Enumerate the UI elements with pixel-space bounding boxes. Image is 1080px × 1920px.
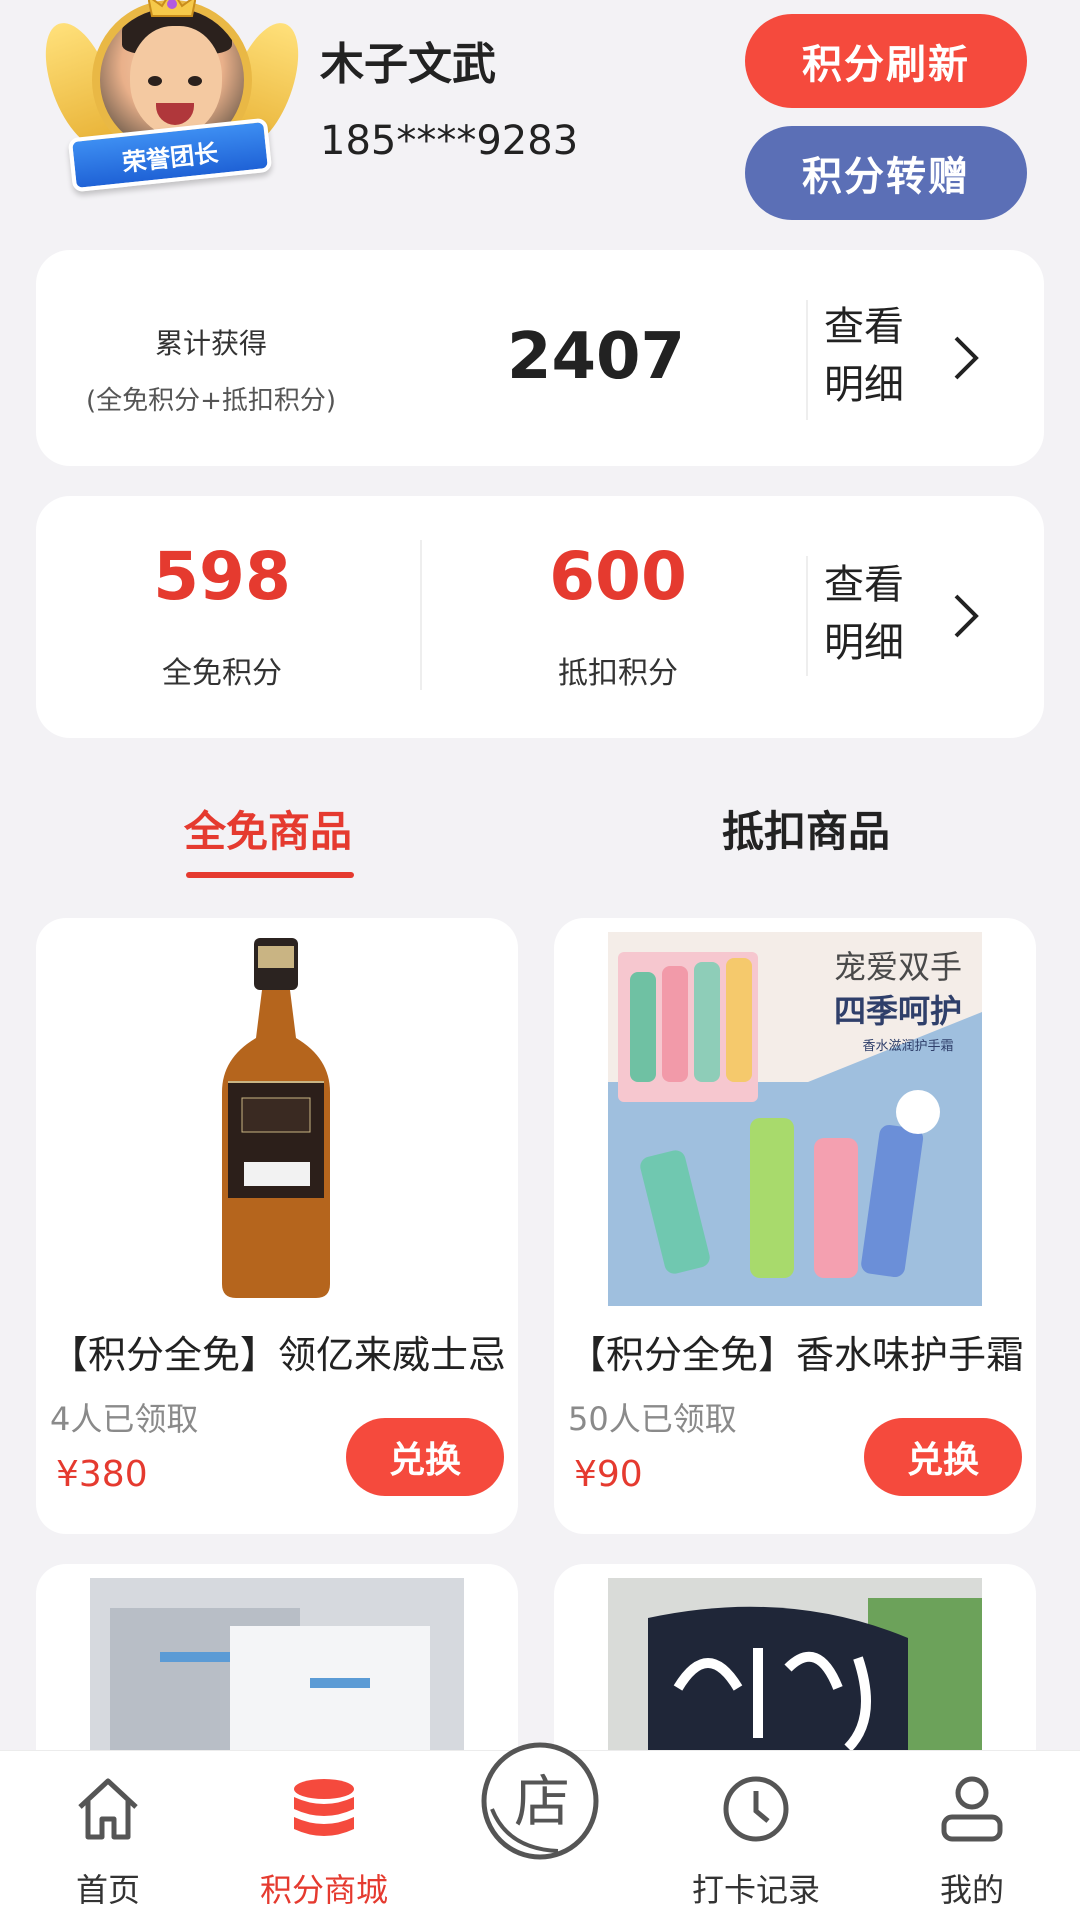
database-icon (294, 1779, 354, 1836)
total-sub-label: (全免积分+抵扣积分) (85, 386, 337, 416)
hand-cream-image-caption: 香水滋润护手霜 (862, 1039, 953, 1054)
user-phone: 185****9283 (320, 118, 579, 164)
divider (806, 556, 808, 676)
exchange-button[interactable]: 兑换 (864, 1418, 1022, 1496)
store-label: 店 (514, 1770, 570, 1835)
nav-points-mall[interactable]: 积分商城 (224, 1751, 424, 1920)
hand-cream-image-subtitle: 四季呵护 (834, 992, 962, 1030)
store-icon: 店 (481, 1742, 599, 1860)
nav-profile-label: 我的 (939, 1871, 1004, 1909)
tab-free-products[interactable]: 全免商品 (184, 798, 352, 859)
deduct-points-value: 600 (549, 538, 687, 615)
nav-checkin-records[interactable]: 打卡记录 (656, 1751, 856, 1920)
view-details-link[interactable]: 查看明细 (824, 556, 1014, 676)
exchange-button[interactable]: 兑换 (346, 1418, 504, 1496)
view-details-label: 查看明细 (824, 304, 904, 408)
nav-home-label: 首页 (75, 1871, 140, 1909)
product-name: 【积分全免】领亿来威士忌 (50, 1333, 507, 1377)
total-value: 2407 (506, 320, 686, 394)
product-claimed-count: 4人已领取 (50, 1400, 199, 1438)
view-details-label: 查看明细 (824, 562, 904, 666)
chevron-right-icon (954, 336, 979, 380)
product-card[interactable]: 【积分全免】领亿来威士忌 4人已领取 ¥380 兑换 (36, 918, 518, 1534)
user-name: 木子文武 (320, 39, 496, 90)
nav-home[interactable]: 首页 (8, 1751, 208, 1920)
tab-deduct-products[interactable]: 抵扣商品 (722, 798, 890, 859)
divider (806, 300, 808, 420)
view-details-link[interactable]: 查看明细 (824, 298, 1014, 418)
total-points-card: 累计获得 (全免积分+抵扣积分) 2407 查看明细 (36, 250, 1044, 466)
deduct-points-label: 抵扣积分 (558, 656, 678, 691)
nav-profile[interactable]: 我的 (872, 1751, 1072, 1920)
bottom-nav: 首页 积分商城 店 打卡记录 我的 (0, 1742, 1080, 1920)
nav-checkin-records-label: 打卡记录 (691, 1871, 820, 1909)
transfer-points-button[interactable]: 积分转赠 (745, 126, 1027, 220)
hand-cream-image: 宠爱双手 四季呵护 香水滋润护手霜 (608, 932, 982, 1306)
user-icon (941, 1776, 1003, 1842)
tab-active-indicator (186, 872, 354, 878)
profile-header: 荣誉团长 木子文武 185****9283 积分刷新 积分转赠 (0, 0, 1080, 240)
free-points-label: 全免积分 (162, 656, 282, 691)
crown-icon (148, 0, 196, 17)
product-claimed-count: 50人已领取 (568, 1400, 737, 1438)
clock-icon (723, 1776, 789, 1842)
product-card[interactable]: 宠爱双手 四季呵护 香水滋润护手霜 【积分全免】香水味护手霜 50人已领取 ¥9… (554, 918, 1036, 1534)
product-name: 【积分全免】香水味护手霜 (568, 1333, 1025, 1377)
hand-cream-image-title: 宠爱双手 (834, 948, 962, 986)
product-price: ¥380 (56, 1454, 148, 1495)
points-balance-card: 598 全免积分 600 抵扣积分 查看明细 (36, 496, 1044, 738)
divider (420, 540, 422, 690)
chevron-right-icon (954, 594, 979, 638)
free-points-value: 598 (153, 538, 291, 615)
total-label: 累计获得 (154, 327, 267, 360)
whisky-bottle-image (90, 932, 464, 1306)
product-price: ¥90 (574, 1454, 643, 1495)
avatar[interactable]: 荣誉团长 (31, 0, 313, 200)
nav-points-mall-label: 积分商城 (259, 1871, 388, 1909)
refresh-points-button[interactable]: 积分刷新 (745, 14, 1027, 108)
nav-store[interactable]: 店 (478, 1739, 602, 1863)
home-icon (78, 1778, 138, 1840)
